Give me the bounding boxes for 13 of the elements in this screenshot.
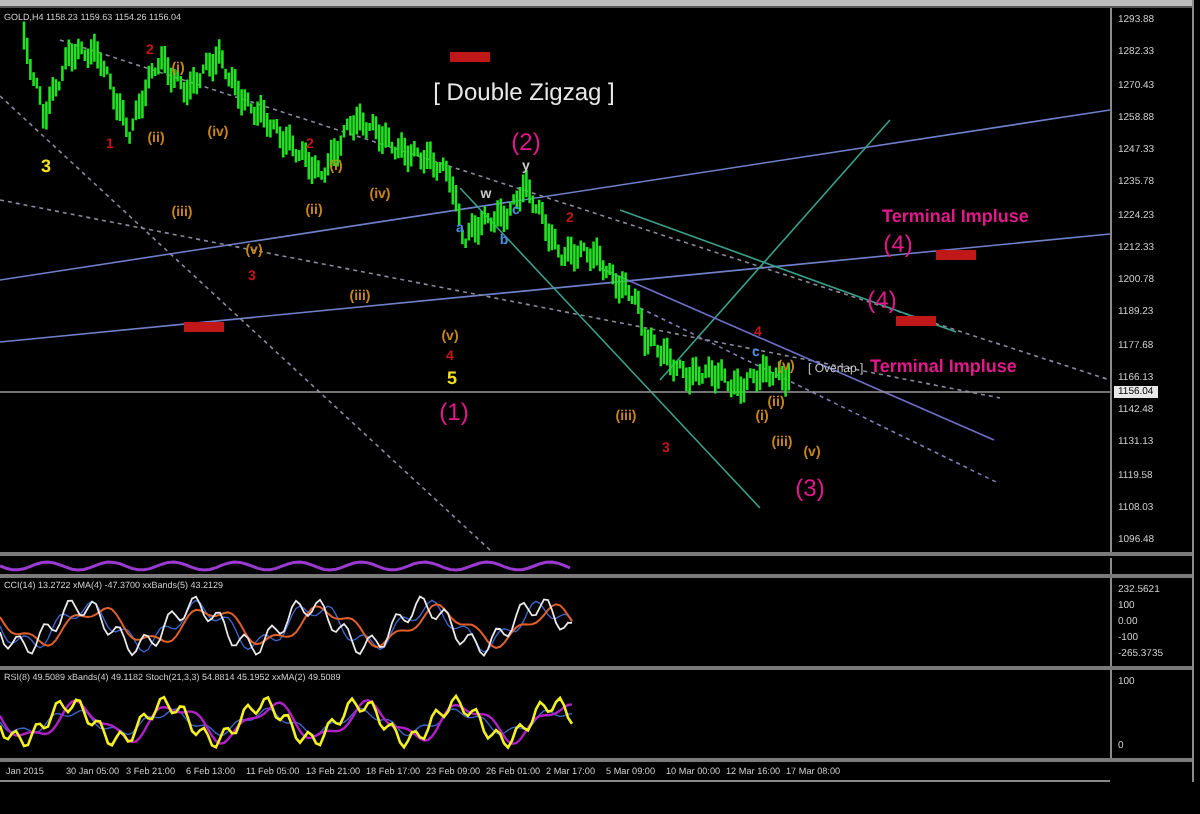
chart-annotation: (3) [795, 474, 825, 502]
chart-annotation: (2) [511, 128, 541, 156]
price-tag [450, 52, 490, 62]
chart-annotation: Terminal Impluse [870, 356, 1017, 376]
price-tag [896, 316, 936, 326]
chart-annotation: (4) [883, 230, 913, 258]
price-tag [936, 250, 976, 260]
chart-annotation: 5 [447, 368, 457, 388]
chart-annotation: (1) [439, 398, 469, 426]
chart-annotation: Terminal Impluse [882, 206, 1029, 226]
price-tag [184, 322, 224, 332]
chart-annotation: 3 [41, 156, 51, 176]
chart-annotation: [ Double Zigzag ] [433, 78, 615, 106]
